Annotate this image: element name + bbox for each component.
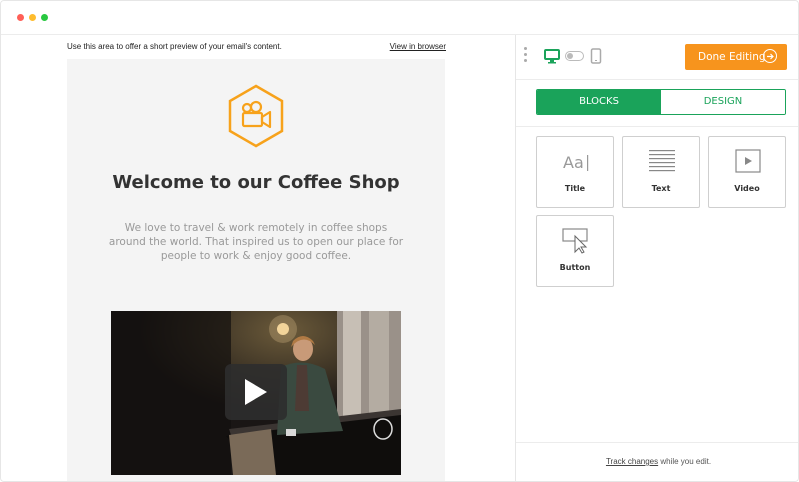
maximize-window-button[interactable]: [41, 14, 48, 21]
tab-design[interactable]: DESIGN: [661, 90, 785, 114]
video-icon: [709, 149, 785, 175]
panel-tabs: BLOCKS DESIGN: [536, 89, 786, 115]
email-body-block: Welcome to our Coffee Shop We love to tr…: [67, 59, 445, 481]
tab-blocks[interactable]: BLOCKS: [537, 90, 661, 114]
mobile-view-icon[interactable]: [590, 48, 602, 64]
button-icon: [537, 228, 613, 254]
editor-panel: Done Editing BLOCKS DESIGN Aa Title Text…: [515, 35, 798, 481]
title-icon: Aa: [537, 149, 613, 175]
desktop-view-icon[interactable]: [544, 48, 560, 64]
preheader: Use this area to offer a short preview o…: [67, 42, 447, 56]
block-text[interactable]: Text: [622, 136, 700, 208]
block-label-text: Text: [651, 184, 671, 193]
panel-footer: Track changes while you edit.: [516, 442, 798, 481]
block-title[interactable]: Aa Title: [536, 136, 614, 208]
preheader-text[interactable]: Use this area to offer a short preview o…: [67, 42, 282, 51]
text-icon: [623, 149, 699, 175]
email-paragraph[interactable]: We love to travel & work remotely in cof…: [107, 221, 405, 263]
block-label-button: Button: [559, 263, 591, 272]
minimize-window-button[interactable]: [29, 14, 36, 21]
block-label-video: Video: [734, 184, 760, 193]
video-thumbnail[interactable]: [111, 311, 401, 475]
video-camera-hexagon-icon: [226, 84, 286, 148]
arrow-right-icon: [763, 49, 777, 63]
block-label-title: Title: [564, 184, 586, 193]
email-preview-area: Use this area to offer a short preview o…: [1, 35, 515, 481]
footer-rest: while you edit.: [658, 457, 712, 466]
drag-handle-icon[interactable]: [524, 47, 528, 65]
track-changes-link[interactable]: Track changes: [606, 457, 658, 466]
footer-text: Track changes while you edit.: [516, 457, 798, 466]
video-play-button[interactable]: [225, 364, 287, 420]
block-video[interactable]: Video: [708, 136, 786, 208]
title-glyph: Aa: [563, 153, 584, 172]
panel-divider: [516, 126, 798, 127]
done-editing-label: Done Editing: [698, 51, 766, 63]
done-editing-button[interactable]: Done Editing: [685, 44, 787, 70]
view-in-browser-link[interactable]: View in browser: [390, 42, 446, 51]
email-title[interactable]: Welcome to our Coffee Shop: [67, 172, 445, 193]
app-window: Use this area to offer a short preview o…: [0, 0, 799, 482]
title-bar: [1, 1, 798, 35]
block-button[interactable]: Button: [536, 215, 614, 287]
view-toggle[interactable]: [565, 51, 584, 61]
editor-toolbar: Done Editing: [516, 35, 798, 80]
play-icon: [245, 379, 267, 405]
close-window-button[interactable]: [17, 14, 24, 21]
